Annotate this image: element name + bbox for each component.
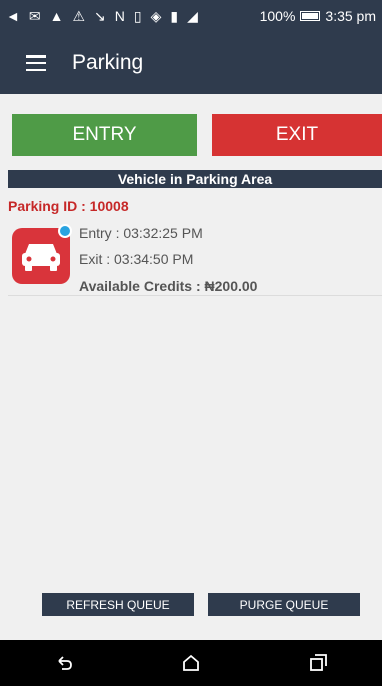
- parking-card[interactable]: Parking ID : 10008 Entry : 03:32:25 PM E…: [8, 190, 382, 296]
- sim-icon: ▮: [170, 8, 179, 24]
- nfc-icon: N: [114, 8, 125, 24]
- status-bar: ◄ ✉ ▲ ⚠ ↘ N ▯ ◈ ▮ ◢ 100% 3:35 pm: [0, 0, 382, 32]
- available-credits: Available Credits : ₦200.00: [79, 278, 258, 294]
- vibrate-icon: ▯: [133, 8, 142, 24]
- battery-percent: 100%: [259, 8, 296, 24]
- home-icon[interactable]: [171, 643, 211, 683]
- purge-queue-button[interactable]: PURGE QUEUE: [208, 593, 360, 616]
- app-icon: ▲: [49, 8, 64, 24]
- battery-icon: [300, 11, 321, 21]
- back-arrow-icon: ◄: [6, 8, 20, 24]
- status-icons: ◄ ✉ ▲ ⚠ ↘ N ▯ ◈ ▮ ◢: [6, 9, 260, 23]
- menu-icon[interactable]: [26, 55, 46, 71]
- clock: 3:35 pm: [325, 8, 376, 24]
- entry-button[interactable]: ENTRY: [12, 114, 197, 156]
- warning-icon: ⚠: [72, 8, 86, 24]
- recents-icon[interactable]: [298, 643, 338, 683]
- signal-icon: ◢: [187, 8, 198, 24]
- sync-badge-icon: [58, 224, 72, 238]
- refresh-queue-button[interactable]: REFRESH QUEUE: [42, 593, 194, 616]
- wifi-icon: ◈: [150, 8, 162, 24]
- app-bar: Parking: [0, 32, 382, 94]
- mail-icon: ✉: [28, 8, 41, 24]
- entry-time: Entry : 03:32:25 PM: [79, 225, 203, 241]
- page-title: Parking: [72, 51, 144, 74]
- exit-time: Exit : 03:34:50 PM: [79, 251, 194, 267]
- parking-id: Parking ID : 10008: [8, 198, 129, 214]
- back-icon[interactable]: [44, 643, 84, 683]
- missed-call-icon: ↘: [94, 8, 106, 24]
- navigation-bar: [0, 640, 382, 686]
- car-icon: [22, 244, 60, 271]
- section-header: Vehicle in Parking Area: [8, 170, 382, 188]
- exit-button[interactable]: EXIT: [212, 114, 382, 156]
